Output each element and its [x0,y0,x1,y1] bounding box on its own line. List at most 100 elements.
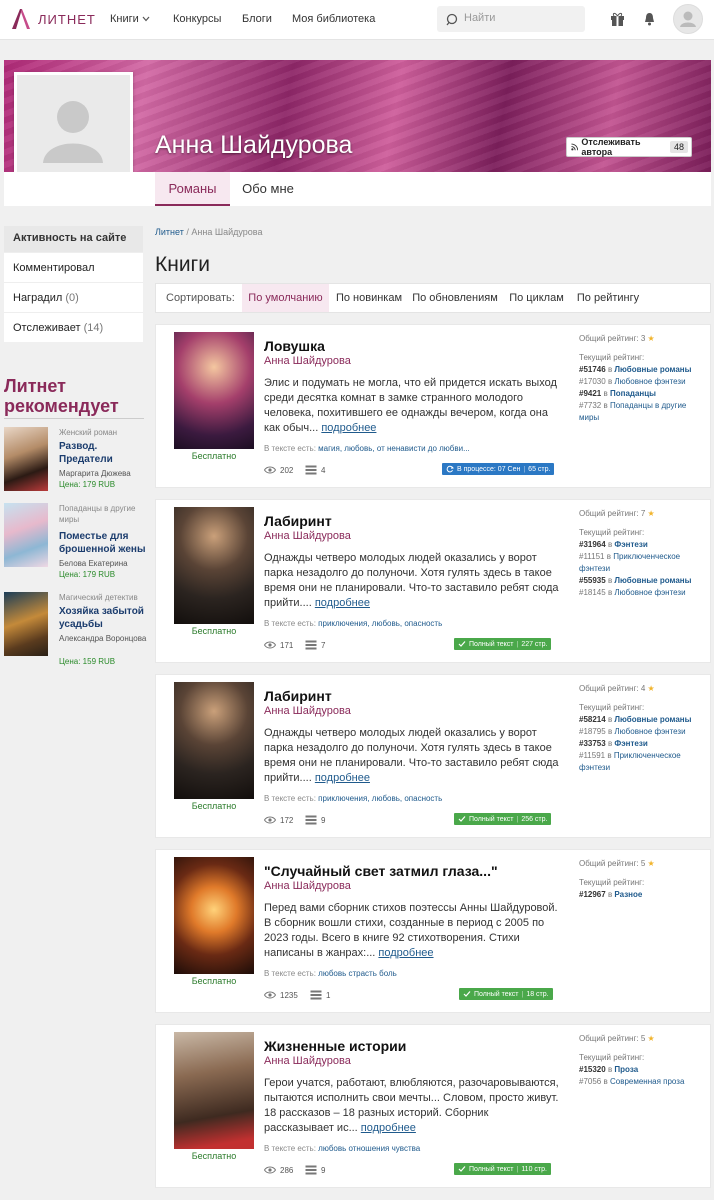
book-author[interactable]: Анна Шайдурова [264,705,351,717]
current-rating-label: Текущий рейтинг: [579,703,645,712]
recommended-book[interactable]: Женский роман Развод. Предатели Маргарит… [4,427,144,497]
book-comments: 4 [321,465,326,475]
activity-item-following[interactable]: Отслеживает (14) [4,312,143,342]
book-views: 1235 [280,990,298,1000]
activity-item-awarded[interactable]: Наградил (0) [4,282,143,312]
rank-category-link[interactable]: Проза [614,1065,638,1074]
read-more-link[interactable]: подробнее [378,947,433,959]
book-cover[interactable] [174,332,254,449]
user-icon [43,101,103,163]
eye-icon [264,1166,276,1174]
book-tags-list[interactable]: приключения, любовь, опасность [318,619,442,628]
sort-new[interactable]: По новинкам [334,284,404,312]
book-price-free: Бесплатно [191,1151,237,1161]
rank-category-link[interactable]: Фэнтези [614,739,647,748]
book-title[interactable]: "Случайный свет затмил глаза..." [264,863,498,879]
bell-icon[interactable] [643,12,656,26]
book-stats: 286 9 [264,1165,325,1175]
nav-contests[interactable]: Конкурсы [173,13,221,25]
recommendations-heading: Литнет рекомендует [4,376,144,419]
recommended-book[interactable]: Магический детектив Хозяйка забытой усад… [4,592,147,670]
book-cover[interactable] [174,682,254,799]
sort-series[interactable]: По циклам [509,284,564,312]
overall-rating-label: Общий рейтинг: [579,859,639,868]
breadcrumb-current: Анна Шайдурова [191,227,263,237]
read-more-link[interactable]: подробнее [315,597,370,609]
rank-category-link[interactable]: Попаданцы [610,389,656,398]
tab-about[interactable]: Обо мне [234,172,302,206]
rank-category-link[interactable]: Любовное фэнтези [614,727,685,736]
rank-category-link[interactable]: Любовное фэнтези [614,588,685,597]
book-description: Герои учатся, работают, влюбляются, разо… [264,1076,559,1136]
book-author[interactable]: Анна Шайдурова [264,1055,351,1067]
book-author[interactable]: Анна Шайдурова [264,880,351,892]
rank-category-link[interactable]: Любовные романы [614,715,691,724]
nav-books[interactable]: Книги [110,13,150,25]
tab-novels[interactable]: Романы [155,172,230,206]
recommended-book[interactable]: Попаданцы в другие миры Поместье для бро… [4,503,147,583]
breadcrumb-root-link[interactable]: Литнет [155,227,184,237]
sort-updates[interactable]: По обновлениям [412,284,498,312]
chevron-down-icon [142,16,150,22]
overall-rating-value: 3 [640,334,646,343]
nav-blogs[interactable]: Блоги [242,13,272,25]
book-ratings: Общий рейтинг: 5 ★ Текущий рейтинг: #153… [579,1033,704,1088]
book-tags-list[interactable]: магия, любовь, от ненависти до любви... [318,444,470,453]
recommended-book-author[interactable]: Александра Воронцова [59,633,147,644]
book-tags-list[interactable]: любовь отношения чувства [318,1144,420,1153]
rank-category-link[interactable]: Любовное фэнтези [614,377,685,386]
book-tags-list[interactable]: приключения, любовь, опасность [318,794,442,803]
user-icon [680,11,696,27]
recommended-book-cover[interactable] [4,503,48,567]
rank-category-link[interactable]: Фэнтези [614,540,647,549]
recommended-book-genre: Попаданцы в другие миры [59,504,136,524]
book-title[interactable]: Лабиринт [264,513,332,529]
book-cover[interactable] [174,857,254,974]
follow-author-button[interactable]: Отслеживать автора 48 [566,137,692,157]
search-input[interactable]: Найти [437,6,585,32]
refresh-icon [446,465,454,473]
recommended-book-title[interactable]: Развод. Предатели [59,440,147,466]
user-avatar-button[interactable] [673,4,703,34]
gift-icon[interactable] [610,11,625,27]
book-tags-list[interactable]: любовь страсть боль [318,969,397,978]
rank-category-link[interactable]: Современная проза [610,1077,684,1086]
book-author[interactable]: Анна Шайдурова [264,530,351,542]
rank-category-link[interactable]: Любовные романы [614,365,691,374]
book-views: 286 [280,1165,294,1175]
recommended-book-title[interactable]: Хозяйка забытой усадьбы [59,605,147,631]
book-tags: В тексте есть: приключения, любовь, опас… [264,619,564,628]
recommended-book-author[interactable]: Маргарита Дюжева [59,468,147,479]
read-more-link[interactable]: подробнее [321,422,376,434]
book-views: 171 [280,640,294,650]
book-title[interactable]: Ловушка [264,338,325,354]
overall-rating-label: Общий рейтинг: [579,509,639,518]
read-more-link[interactable]: подробнее [315,772,370,784]
read-more-link[interactable]: подробнее [361,1122,416,1134]
rank-number: #18795 [579,727,606,736]
rank-category-link[interactable]: Любовные романы [614,576,691,585]
recommended-book-price: Цена: 159 RUB [59,657,116,666]
recommended-book-title[interactable]: Поместье для брошенной жены [59,530,147,556]
rank-in: в [607,576,613,585]
book-tags: В тексте есть: магия, любовь, от ненавис… [264,444,564,453]
site-logo[interactable]: ЛИТНЕТ [10,8,96,30]
book-cover[interactable] [174,1032,254,1149]
sort-default[interactable]: По умолчанию [242,284,329,312]
rank-category-link[interactable]: Разное [614,890,642,899]
book-title[interactable]: Лабиринт [264,688,332,704]
activity-item-commented[interactable]: Комментировал [4,252,143,282]
check-icon [458,641,466,647]
sort-rating[interactable]: По рейтингу [576,284,640,312]
recommended-book-cover[interactable] [4,592,48,656]
book-status-badge: В процессе: 07 Сен | 65 стр. [442,463,555,475]
rss-icon [571,143,579,151]
nav-my-library[interactable]: Моя библиотека [292,13,375,25]
recommended-book-author[interactable]: Белова Екатерина [59,558,147,569]
overall-rating-label: Общий рейтинг: [579,1034,639,1043]
book-cover[interactable] [174,507,254,624]
recommended-book-cover[interactable] [4,427,48,491]
check-icon [458,1166,466,1172]
book-author[interactable]: Анна Шайдурова [264,355,351,367]
book-title[interactable]: Жизненные истории [264,1038,406,1054]
